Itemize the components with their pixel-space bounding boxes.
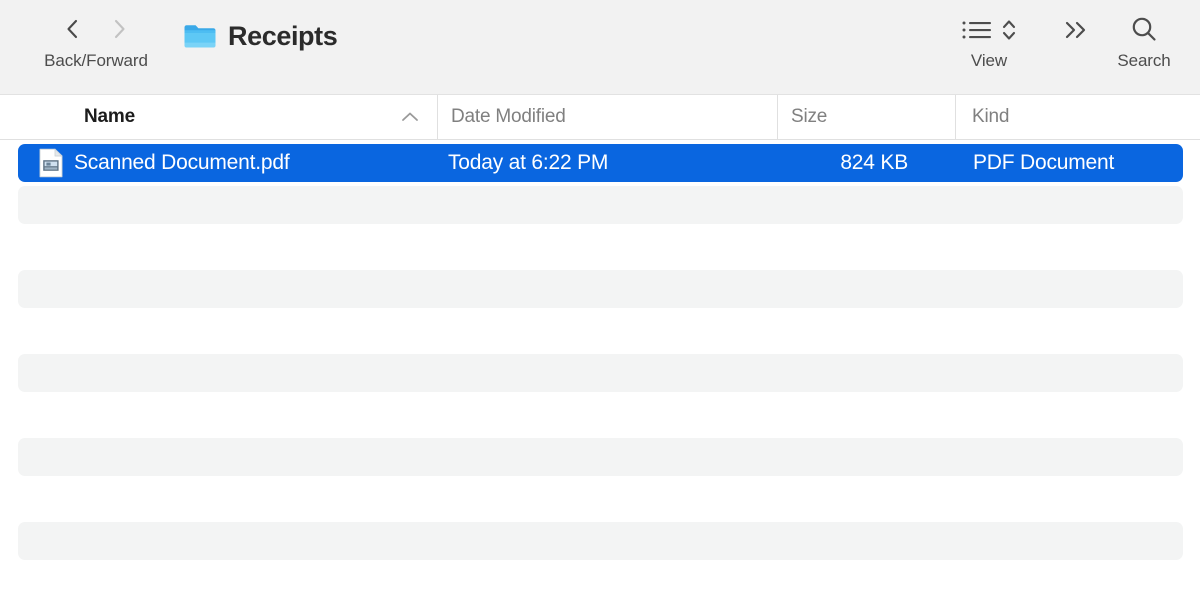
search-icon (1128, 14, 1160, 46)
list-view-icon (961, 18, 993, 42)
column-header-kind-label: Kind (972, 106, 1009, 128)
table-row[interactable]: Scanned Document.pdf Today at 6:22 PM 82… (18, 144, 1183, 182)
empty-list-row[interactable] (18, 564, 1183, 591)
column-header-row: Name Date Modified Size Kind (0, 95, 1200, 140)
nav-arrows (26, 14, 166, 44)
empty-list-row[interactable] (18, 228, 1183, 266)
folder-icon (183, 22, 217, 50)
chevron-right-icon (109, 16, 131, 42)
empty-list-row[interactable] (18, 522, 1183, 560)
back-forward-group: Back/Forward (26, 14, 166, 71)
search-glyph-group (1096, 14, 1192, 46)
empty-list-row[interactable] (18, 396, 1183, 434)
toolbar: Back/Forward Receipts (0, 0, 1200, 95)
empty-list-row[interactable] (18, 438, 1183, 476)
pdf-scan-document-icon (38, 148, 64, 178)
view-label: View (941, 51, 1037, 71)
column-header-name[interactable]: Name (0, 95, 437, 139)
empty-list-row[interactable] (18, 354, 1183, 392)
window-title-group: Receipts (183, 22, 337, 50)
column-header-size-label: Size (791, 106, 827, 128)
back-button[interactable] (61, 16, 83, 42)
empty-list-row[interactable] (18, 480, 1183, 518)
file-kind-cell: PDF Document (973, 144, 1114, 182)
view-glyph-group (941, 14, 1037, 46)
double-chevron-right-icon (1059, 17, 1093, 43)
column-header-kind[interactable]: Kind (955, 95, 1200, 139)
empty-list-row[interactable] (18, 186, 1183, 224)
search-button[interactable]: Search (1096, 14, 1192, 71)
file-list[interactable]: Scanned Document.pdf Today at 6:22 PM 82… (0, 140, 1200, 591)
back-forward-label: Back/Forward (26, 51, 166, 71)
column-header-name-label: Name (84, 106, 135, 128)
column-header-date-modified[interactable]: Date Modified (437, 95, 777, 139)
finder-window: Back/Forward Receipts (0, 0, 1200, 592)
file-date-cell: Today at 6:22 PM (448, 144, 608, 182)
column-header-size[interactable]: Size (777, 95, 955, 139)
chevron-up-down-icon (1000, 17, 1018, 43)
file-name-label: Scanned Document.pdf (74, 151, 289, 175)
column-header-date-modified-label: Date Modified (451, 106, 566, 128)
chevron-up-icon (399, 110, 421, 124)
empty-list-row[interactable] (18, 270, 1183, 308)
chevron-left-icon (61, 16, 83, 42)
file-name-cell: Scanned Document.pdf (38, 144, 289, 182)
file-size-cell: 824 KB (738, 144, 908, 182)
empty-list-row[interactable] (18, 312, 1183, 350)
forward-button[interactable] (109, 16, 131, 42)
view-button[interactable]: View (941, 14, 1037, 71)
page-title: Receipts (228, 23, 337, 50)
search-label: Search (1096, 51, 1192, 71)
